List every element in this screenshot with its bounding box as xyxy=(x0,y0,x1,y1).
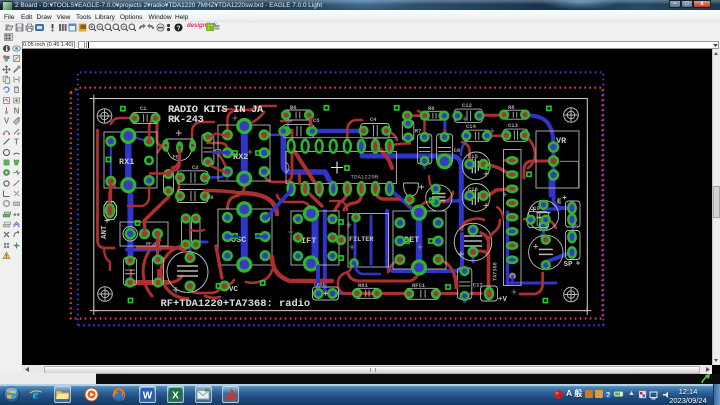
svg-text:W: W xyxy=(143,391,153,402)
svg-text:R7: R7 xyxy=(415,128,422,135)
svg-text:R8: R8 xyxy=(508,104,515,111)
svg-text:e: e xyxy=(33,387,39,402)
svg-text:V: V xyxy=(3,117,9,126)
svg-text:RF+TDA1220+TA7368: radio: RF+TDA1220+TA7368: radio xyxy=(161,298,311,310)
svg-text:VC: VC xyxy=(229,286,239,294)
svg-text:+V: +V xyxy=(498,296,508,304)
svg-text:C15: C15 xyxy=(468,153,479,160)
svg-text:SP: SP xyxy=(564,261,574,269)
svg-text:C2: C2 xyxy=(192,164,199,171)
svg-text:C14: C14 xyxy=(466,123,477,130)
svg-text:N: N xyxy=(14,107,20,116)
svg-text:RK-243: RK-243 xyxy=(168,114,204,126)
svg-text:X: X xyxy=(172,391,179,402)
svg-text:TDA1220B: TDA1220B xyxy=(351,174,379,181)
svg-text:E: E xyxy=(557,199,562,207)
svg-text:C8: C8 xyxy=(454,147,461,154)
svg-text:TA7368: TA7368 xyxy=(493,262,499,281)
svg-text:T: T xyxy=(14,138,19,147)
svg-text:B6: B6 xyxy=(290,104,297,111)
svg-text:C10: C10 xyxy=(530,205,540,212)
svg-text:C13: C13 xyxy=(508,122,519,129)
svg-text:IFT: IFT xyxy=(301,236,316,246)
svg-text:C5: C5 xyxy=(313,117,320,124)
svg-text:C1: C1 xyxy=(140,105,147,112)
svg-text:R81: R81 xyxy=(358,282,369,289)
svg-text:C12: C12 xyxy=(462,102,472,109)
svg-text:RX2: RX2 xyxy=(233,152,248,162)
svg-text:?: ? xyxy=(177,25,181,32)
svg-text:ANT: ANT xyxy=(101,225,109,239)
svg-text:FILTER: FILTER xyxy=(349,236,374,244)
svg-text:RX1: RX1 xyxy=(119,157,134,167)
svg-text:C4: C4 xyxy=(370,116,377,123)
svg-text:C16: C16 xyxy=(468,186,478,193)
svg-text:RFC1: RFC1 xyxy=(412,282,426,289)
svg-text:C6: C6 xyxy=(207,194,214,201)
svg-text:?: ? xyxy=(606,392,610,399)
svg-text:R6: R6 xyxy=(428,105,435,112)
svg-text:LF01: LF01 xyxy=(314,282,325,288)
